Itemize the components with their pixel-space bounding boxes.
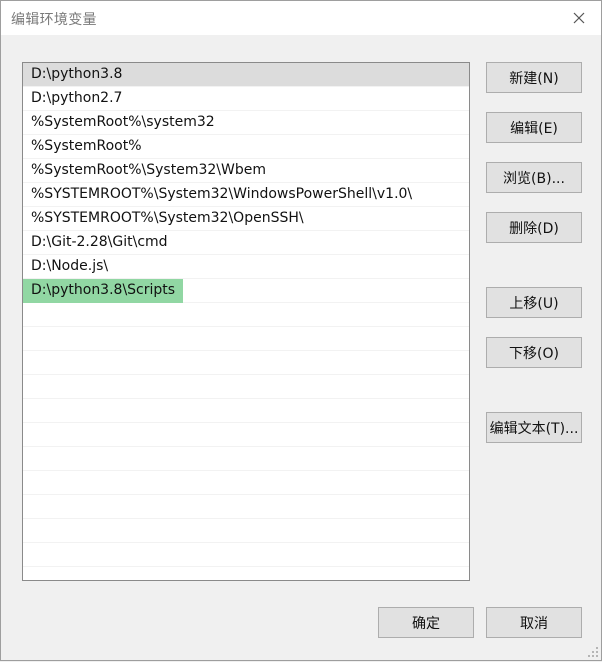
ok-button[interactable]: 确定 bbox=[378, 607, 474, 638]
move-down-button[interactable]: 下移(O) bbox=[486, 337, 582, 368]
delete-button[interactable]: 删除(D) bbox=[486, 212, 582, 243]
empty-row bbox=[23, 471, 469, 495]
list-item-text: %SystemRoot% bbox=[31, 138, 142, 154]
list-item-text: %SystemRoot%\system32 bbox=[31, 114, 215, 130]
empty-row bbox=[23, 519, 469, 543]
empty-row bbox=[23, 447, 469, 471]
list-item-editing[interactable]: D:\python3.8\Scripts bbox=[23, 279, 469, 303]
list-item[interactable]: %SYSTEMROOT%\System32\OpenSSH\ bbox=[23, 207, 469, 231]
empty-row bbox=[23, 399, 469, 423]
browse-button[interactable]: 浏览(B)... bbox=[486, 162, 582, 193]
list-item[interactable]: D:\python2.7 bbox=[23, 87, 469, 111]
empty-row bbox=[23, 327, 469, 351]
list-item-text: D:\Git-2.28\Git\cmd bbox=[31, 234, 168, 250]
list-item[interactable]: D:\python3.8 bbox=[23, 63, 469, 87]
list-item[interactable]: D:\Git-2.28\Git\cmd bbox=[23, 231, 469, 255]
list-item[interactable]: %SystemRoot% bbox=[23, 135, 469, 159]
inline-edit-field[interactable]: D:\python3.8\Scripts bbox=[23, 279, 183, 303]
move-up-button[interactable]: 上移(U) bbox=[486, 287, 582, 318]
new-button[interactable]: 新建(N) bbox=[486, 62, 582, 93]
empty-row bbox=[23, 543, 469, 567]
list-item[interactable]: D:\Node.js\ bbox=[23, 255, 469, 279]
list-item[interactable]: %SystemRoot%\System32\Wbem bbox=[23, 159, 469, 183]
edit-text-button[interactable]: 编辑文本(T)... bbox=[486, 412, 582, 443]
edit-button[interactable]: 编辑(E) bbox=[486, 112, 582, 143]
list-item[interactable]: %SystemRoot%\system32 bbox=[23, 111, 469, 135]
list-item-text: D:\python3.8 bbox=[31, 66, 123, 82]
title-bar: 编辑环境变量 bbox=[1, 1, 601, 35]
close-icon[interactable] bbox=[569, 8, 589, 28]
list-item-text: %SYSTEMROOT%\System32\OpenSSH\ bbox=[31, 210, 304, 226]
path-list[interactable]: D:\python3.8 D:\python2.7 %SystemRoot%\s… bbox=[22, 62, 470, 581]
list-item-text: %SystemRoot%\System32\Wbem bbox=[31, 162, 266, 178]
empty-row bbox=[23, 351, 469, 375]
edit-environment-variable-dialog: 编辑环境变量 D:\python3.8 D:\python2.7 %System… bbox=[0, 0, 602, 661]
resize-grip-icon[interactable] bbox=[587, 646, 599, 658]
empty-row bbox=[23, 423, 469, 447]
inline-edit-text: D:\python3.8\Scripts bbox=[31, 282, 176, 298]
list-item-text: D:\Node.js\ bbox=[31, 258, 109, 274]
dialog-title: 编辑环境变量 bbox=[11, 12, 97, 28]
list-item[interactable]: %SYSTEMROOT%\System32\WindowsPowerShell\… bbox=[23, 183, 469, 207]
empty-row bbox=[23, 375, 469, 399]
empty-row bbox=[23, 303, 469, 327]
list-item-text: %SYSTEMROOT%\System32\WindowsPowerShell\… bbox=[31, 186, 413, 202]
empty-row bbox=[23, 495, 469, 519]
cancel-button[interactable]: 取消 bbox=[486, 607, 582, 638]
list-item-text: D:\python2.7 bbox=[31, 90, 123, 106]
